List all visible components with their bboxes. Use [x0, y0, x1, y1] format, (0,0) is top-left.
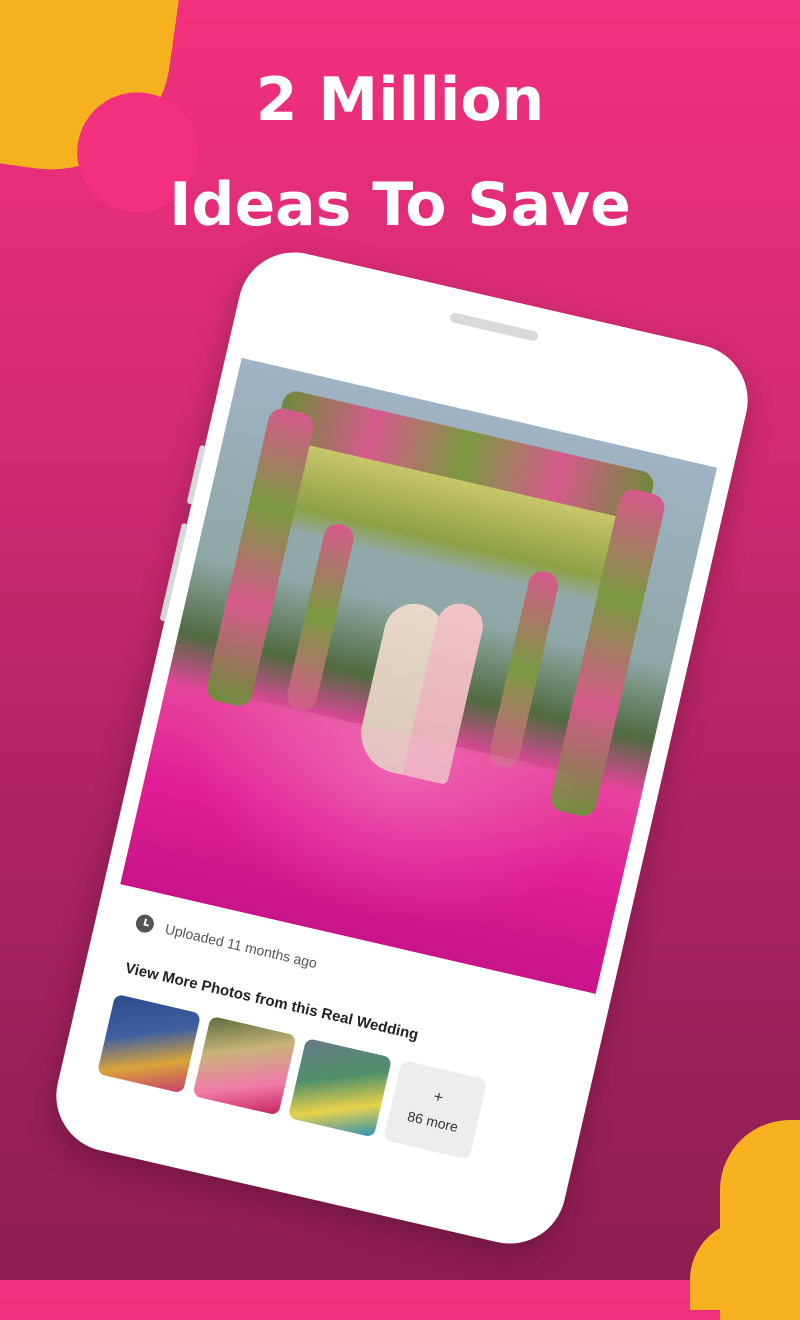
- wedding-photo[interactable]: [120, 357, 718, 994]
- photo-thumbnail[interactable]: [287, 1037, 393, 1138]
- more-photos-button[interactable]: + 86 more: [383, 1059, 488, 1160]
- decorative-blob-bottom-small: [690, 1220, 760, 1310]
- upload-time: Uploaded 11 months ago: [163, 920, 319, 972]
- photo-thumbnail[interactable]: [192, 1015, 297, 1116]
- plus-icon: +: [431, 1088, 445, 1107]
- more-count: 86 more: [405, 1107, 460, 1136]
- phone-mockup: Uploaded 11 months ago View More Photos …: [45, 241, 759, 1255]
- headline-line-2: Ideas To Save: [169, 170, 631, 240]
- floral-pillar-inner-right: [486, 568, 561, 771]
- photo-thumbnail[interactable]: [96, 993, 202, 1094]
- clock-icon: [134, 912, 156, 935]
- photo-thumbnail-row: + 86 more: [96, 993, 488, 1160]
- floral-pillar-inner-left: [284, 521, 357, 714]
- phone-speaker: [449, 311, 540, 342]
- app-screen: Uploaded 11 months ago View More Photos …: [68, 307, 729, 1217]
- phone-side-button: [186, 444, 206, 505]
- headline-line-1: 2 Million: [255, 65, 545, 135]
